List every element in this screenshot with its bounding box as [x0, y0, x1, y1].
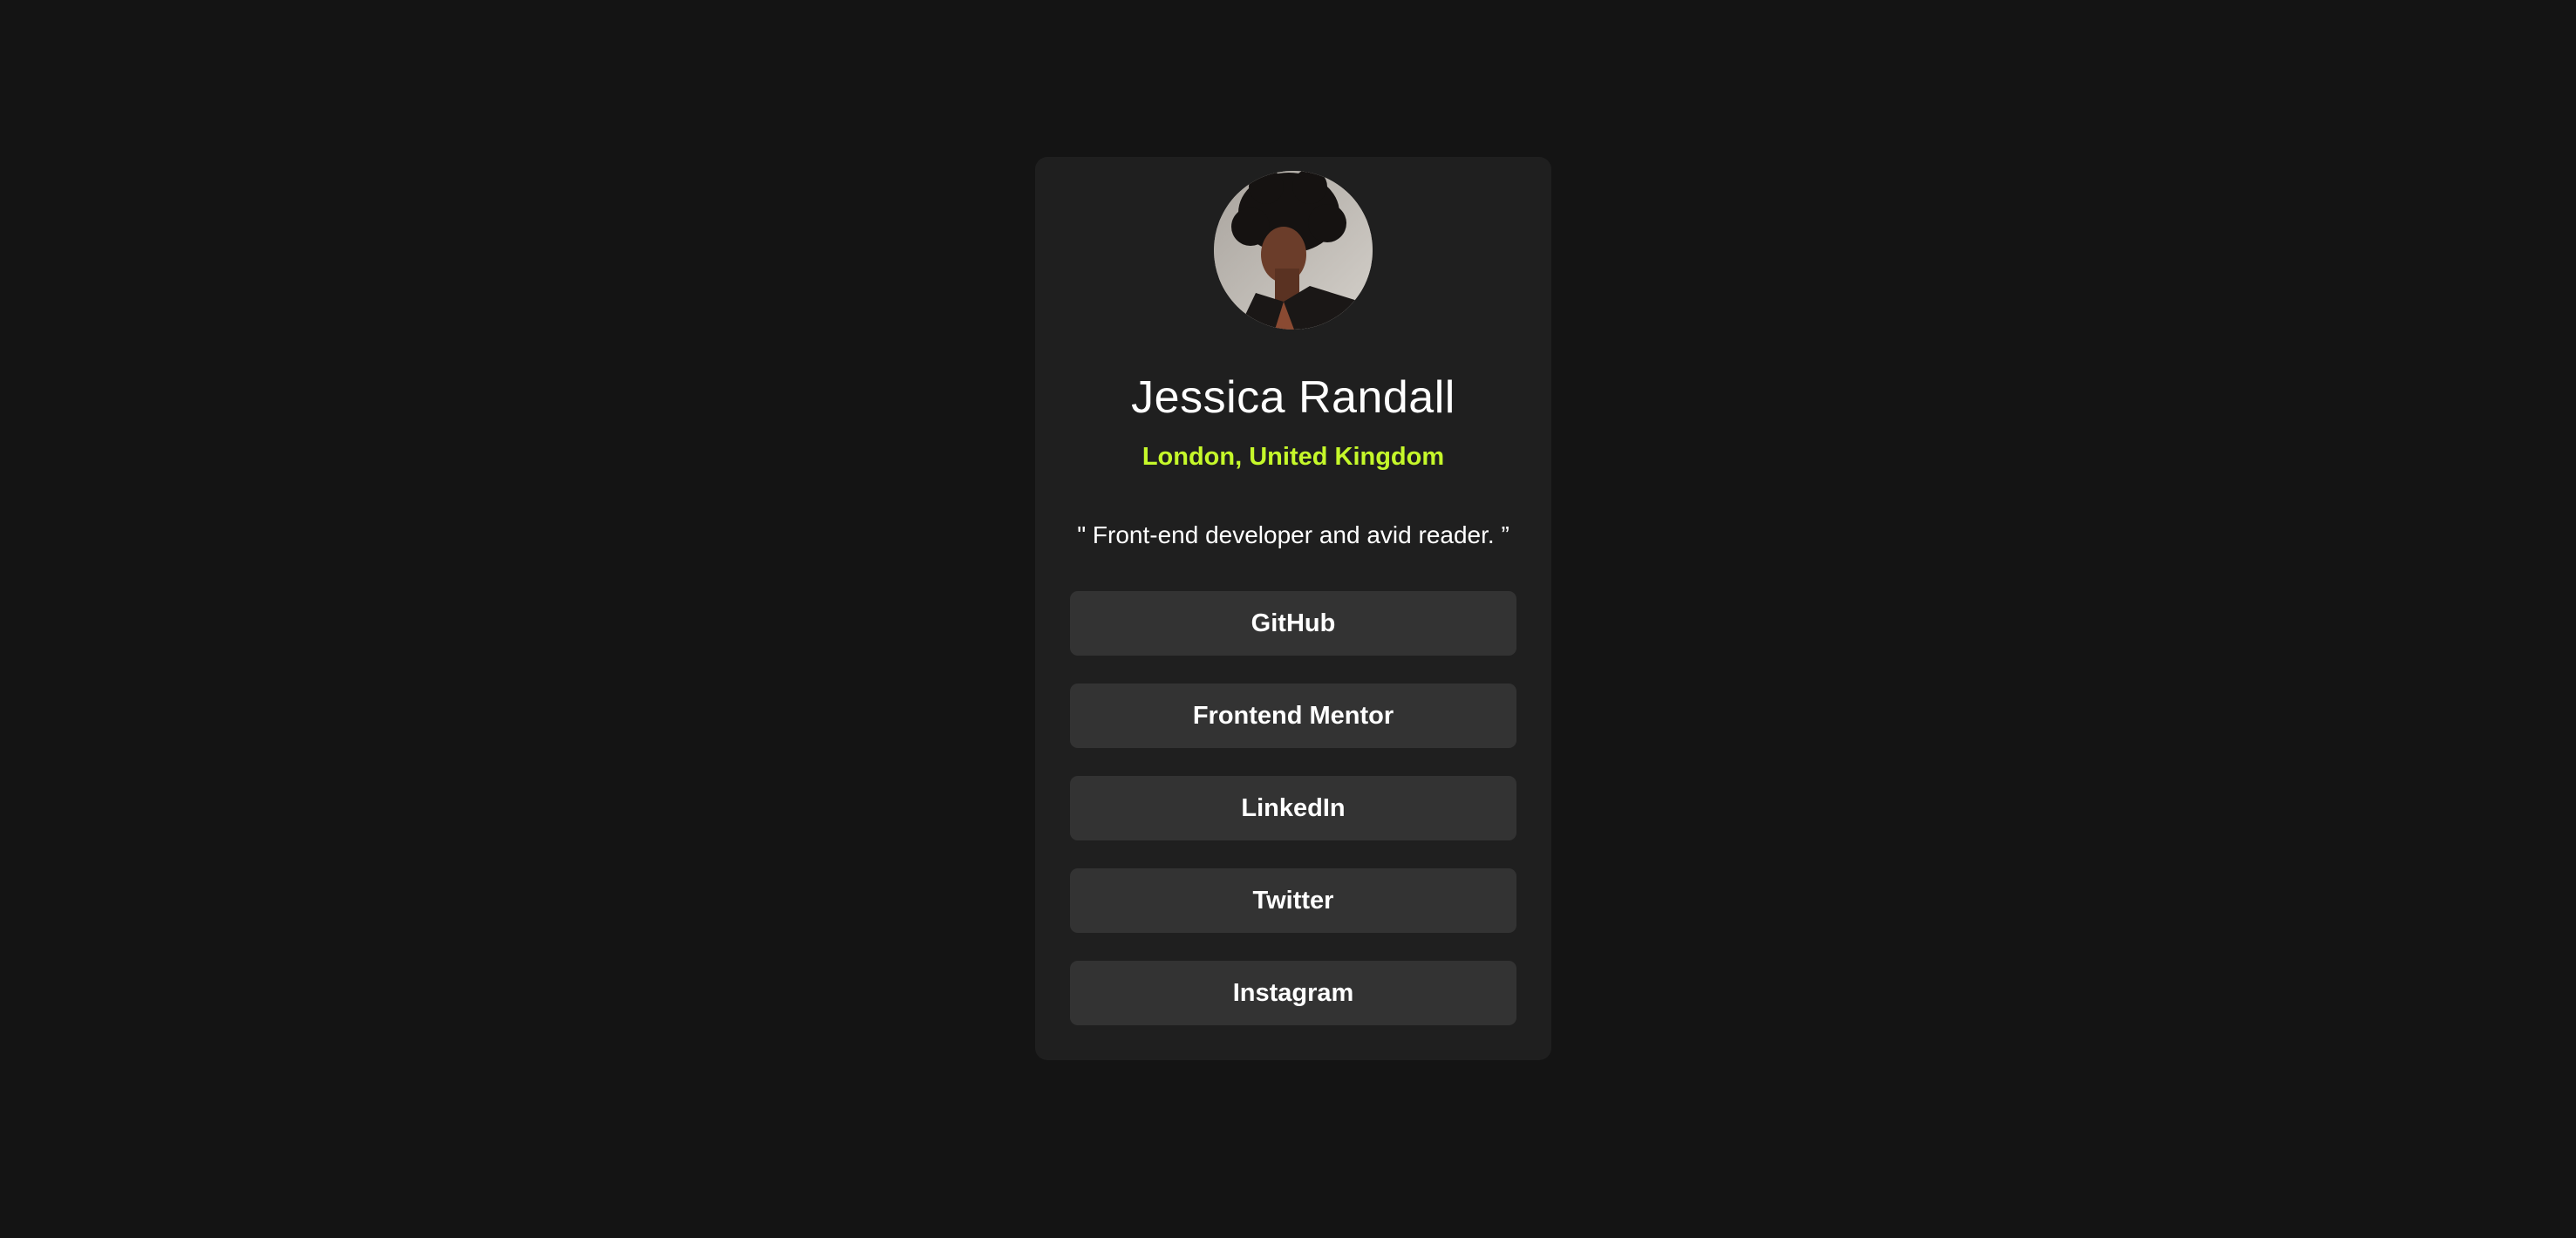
profile-name: Jessica Randall	[1131, 372, 1455, 423]
profile-card: Jessica Randall London, United Kingdom "…	[1035, 157, 1551, 1060]
frontend-mentor-link-button[interactable]: Frontend Mentor	[1070, 684, 1516, 748]
social-links-list: GitHub Frontend Mentor LinkedIn Twitter …	[1070, 591, 1516, 1053]
instagram-link-button[interactable]: Instagram	[1070, 961, 1516, 1025]
profile-bio: " Front-end developer and avid reader. ”	[1077, 521, 1509, 548]
page: Jessica Randall London, United Kingdom "…	[0, 0, 2576, 1238]
profile-location: London, United Kingdom	[1141, 443, 1445, 471]
github-link-button[interactable]: GitHub	[1070, 591, 1516, 656]
avatar-photo	[1214, 171, 1373, 330]
linkedin-link-button[interactable]: LinkedIn	[1070, 776, 1516, 840]
avatar	[1214, 171, 1373, 330]
twitter-link-button[interactable]: Twitter	[1070, 868, 1516, 933]
